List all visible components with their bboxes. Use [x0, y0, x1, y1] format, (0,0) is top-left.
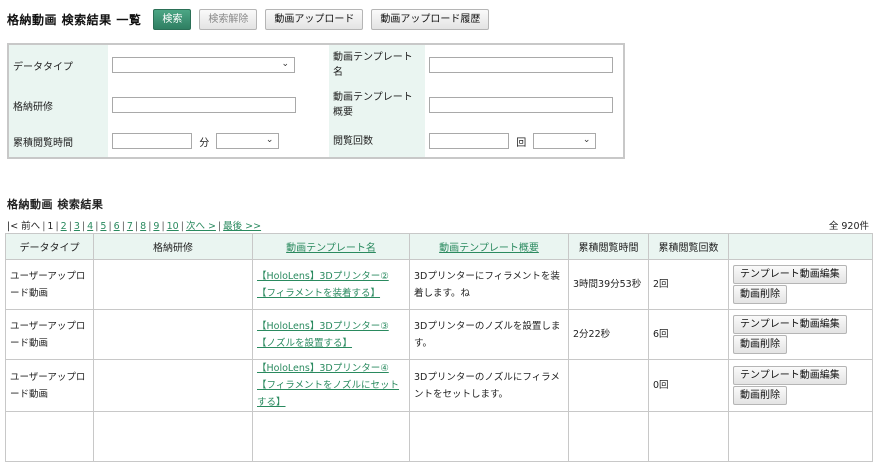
cell-view-time	[568, 359, 649, 412]
cell-summary: 3Dプリンターにフィラメントを装着します。ね	[409, 259, 569, 310]
minutes-unit: 分	[199, 137, 210, 149]
pager-page-link[interactable]: 10	[167, 221, 179, 232]
col-data-type: データタイプ	[5, 233, 94, 260]
pager-page-link[interactable]: 9	[153, 221, 159, 232]
cell-view-time: 3時間39分53秒	[568, 259, 649, 310]
pager-current: 1	[47, 221, 54, 232]
pager-page-link[interactable]: 7	[127, 221, 133, 232]
template-name-label: 動画テンプレート名	[329, 45, 425, 85]
cell-data-type: ユーザーアップロード動画	[5, 309, 94, 360]
table-row: ユーザーアップロード動画 【HoloLens】3Dプリンター③【ノズルを設置する…	[5, 309, 873, 360]
template-summary-input[interactable]	[429, 97, 613, 113]
cell-training	[93, 359, 253, 412]
pager-page-link[interactable]: 5	[100, 221, 106, 232]
cell-data-type: ユーザーアップロード動画	[5, 359, 94, 412]
table-header-row: データタイプ 格納研修 動画テンプレート名 動画テンプレート概要 累積閲覧時間 …	[5, 233, 873, 260]
cell-data-type: ユーザーアップロード動画	[5, 259, 94, 310]
delete-video-button[interactable]: 動画削除	[733, 386, 787, 405]
total-count: 全 920件	[828, 221, 869, 232]
results-title: 格納動画 検索結果	[7, 198, 104, 211]
toolbar: 格納動画 検索結果 一覧 検索 検索解除 動画アップロード 動画アップロード履歴	[7, 8, 497, 30]
edit-template-video-button[interactable]: テンプレート動画編集	[733, 366, 847, 385]
cell-summary: 3Dプリンターのノズルを設置します。	[409, 309, 569, 360]
edit-template-video-button[interactable]: テンプレート動画編集	[733, 315, 847, 334]
pager-page-link[interactable]: 8	[140, 221, 146, 232]
results-table: データタイプ 格納研修 動画テンプレート名 動画テンプレート概要 累積閲覧時間 …	[5, 233, 873, 462]
table-row	[5, 411, 873, 462]
cell-training	[93, 309, 253, 360]
count-unit: 回	[516, 137, 527, 149]
template-name-link[interactable]: 【HoloLens】3Dプリンター④【フィラメントをノズルにセットする】	[257, 363, 399, 408]
sort-template-summary-link[interactable]: 動画テンプレート概要	[439, 243, 539, 254]
cell-view-count: 2回	[648, 259, 729, 310]
template-name-link[interactable]: 【HoloLens】3Dプリンター②【フィラメントを装着する】	[257, 271, 389, 299]
training-label: 格納研修	[9, 85, 108, 125]
delete-video-button[interactable]: 動画削除	[733, 335, 787, 354]
search-button[interactable]: 検索	[153, 8, 192, 30]
pager-page-link[interactable]: 2	[61, 221, 67, 232]
cell-view-count: 6回	[648, 309, 729, 360]
chevron-down-icon: ⌄	[281, 59, 289, 69]
view-count-label: 閲覧回数	[329, 125, 425, 157]
cell-view-time: 2分22秒	[568, 309, 649, 360]
view-time-operator-select[interactable]: ⌄	[216, 133, 280, 149]
chevron-down-icon: ⌄	[582, 135, 591, 145]
cell-summary: 3Dプリンターのノズルにフィラメントをセットします。	[409, 359, 569, 412]
view-time-input[interactable]	[112, 133, 192, 149]
pager-page-link[interactable]: 3	[74, 221, 80, 232]
training-input[interactable]	[112, 97, 296, 113]
template-name-link[interactable]: 【HoloLens】3Dプリンター③【ノズルを設置する】	[257, 321, 389, 349]
col-view-count: 累積閲覧回数	[648, 233, 729, 260]
table-row: ユーザーアップロード動画 【HoloLens】3Dプリンター②【フィラメントを装…	[5, 259, 873, 310]
pager-page-link[interactable]: 6	[114, 221, 120, 232]
col-actions	[728, 233, 873, 260]
page-title: 格納動画 検索結果 一覧	[7, 12, 142, 27]
table-row: ユーザーアップロード動画 【HoloLens】3Dプリンター④【フィラメントをノ…	[5, 359, 873, 412]
pager-first: |< 前へ	[7, 221, 41, 232]
pagination: |< 前へ | 1 | 2 | 3 | 4 | 5 | 6 | 7 | 8 | 9 | 10 | 次へ > | 最後 >>	[7, 221, 262, 232]
col-training: 格納研修	[93, 233, 253, 260]
clear-search-button[interactable]: 検索解除	[199, 8, 258, 30]
upload-history-button[interactable]: 動画アップロード履歴	[371, 8, 490, 30]
pager-last-link[interactable]: 最後 >>	[223, 221, 261, 232]
view-time-label: 累積閲覧時間	[9, 125, 108, 157]
upload-video-button[interactable]: 動画アップロード	[265, 8, 364, 30]
view-count-operator-select[interactable]: ⌄	[533, 133, 597, 149]
template-summary-label: 動画テンプレート概要	[329, 85, 425, 125]
col-view-time: 累積閲覧時間	[568, 233, 649, 260]
delete-video-button[interactable]: 動画削除	[733, 285, 787, 304]
pager-page-link[interactable]: 4	[87, 221, 93, 232]
view-count-input[interactable]	[429, 133, 509, 149]
data-type-select[interactable]: ⌄	[112, 57, 295, 73]
cell-training	[93, 259, 253, 310]
data-type-label: データタイプ	[9, 45, 108, 85]
template-name-input[interactable]	[429, 57, 613, 73]
sort-template-name-link[interactable]: 動画テンプレート名	[286, 243, 376, 254]
pager-next-link[interactable]: 次へ >	[186, 221, 216, 232]
chevron-down-icon: ⌄	[265, 135, 274, 145]
cell-view-count: 0回	[648, 359, 729, 412]
edit-template-video-button[interactable]: テンプレート動画編集	[733, 265, 847, 284]
search-panel: データタイプ ⌄ 動画テンプレート名 格納研修 動画テンプレート概要 累積閲覧時…	[7, 43, 625, 159]
